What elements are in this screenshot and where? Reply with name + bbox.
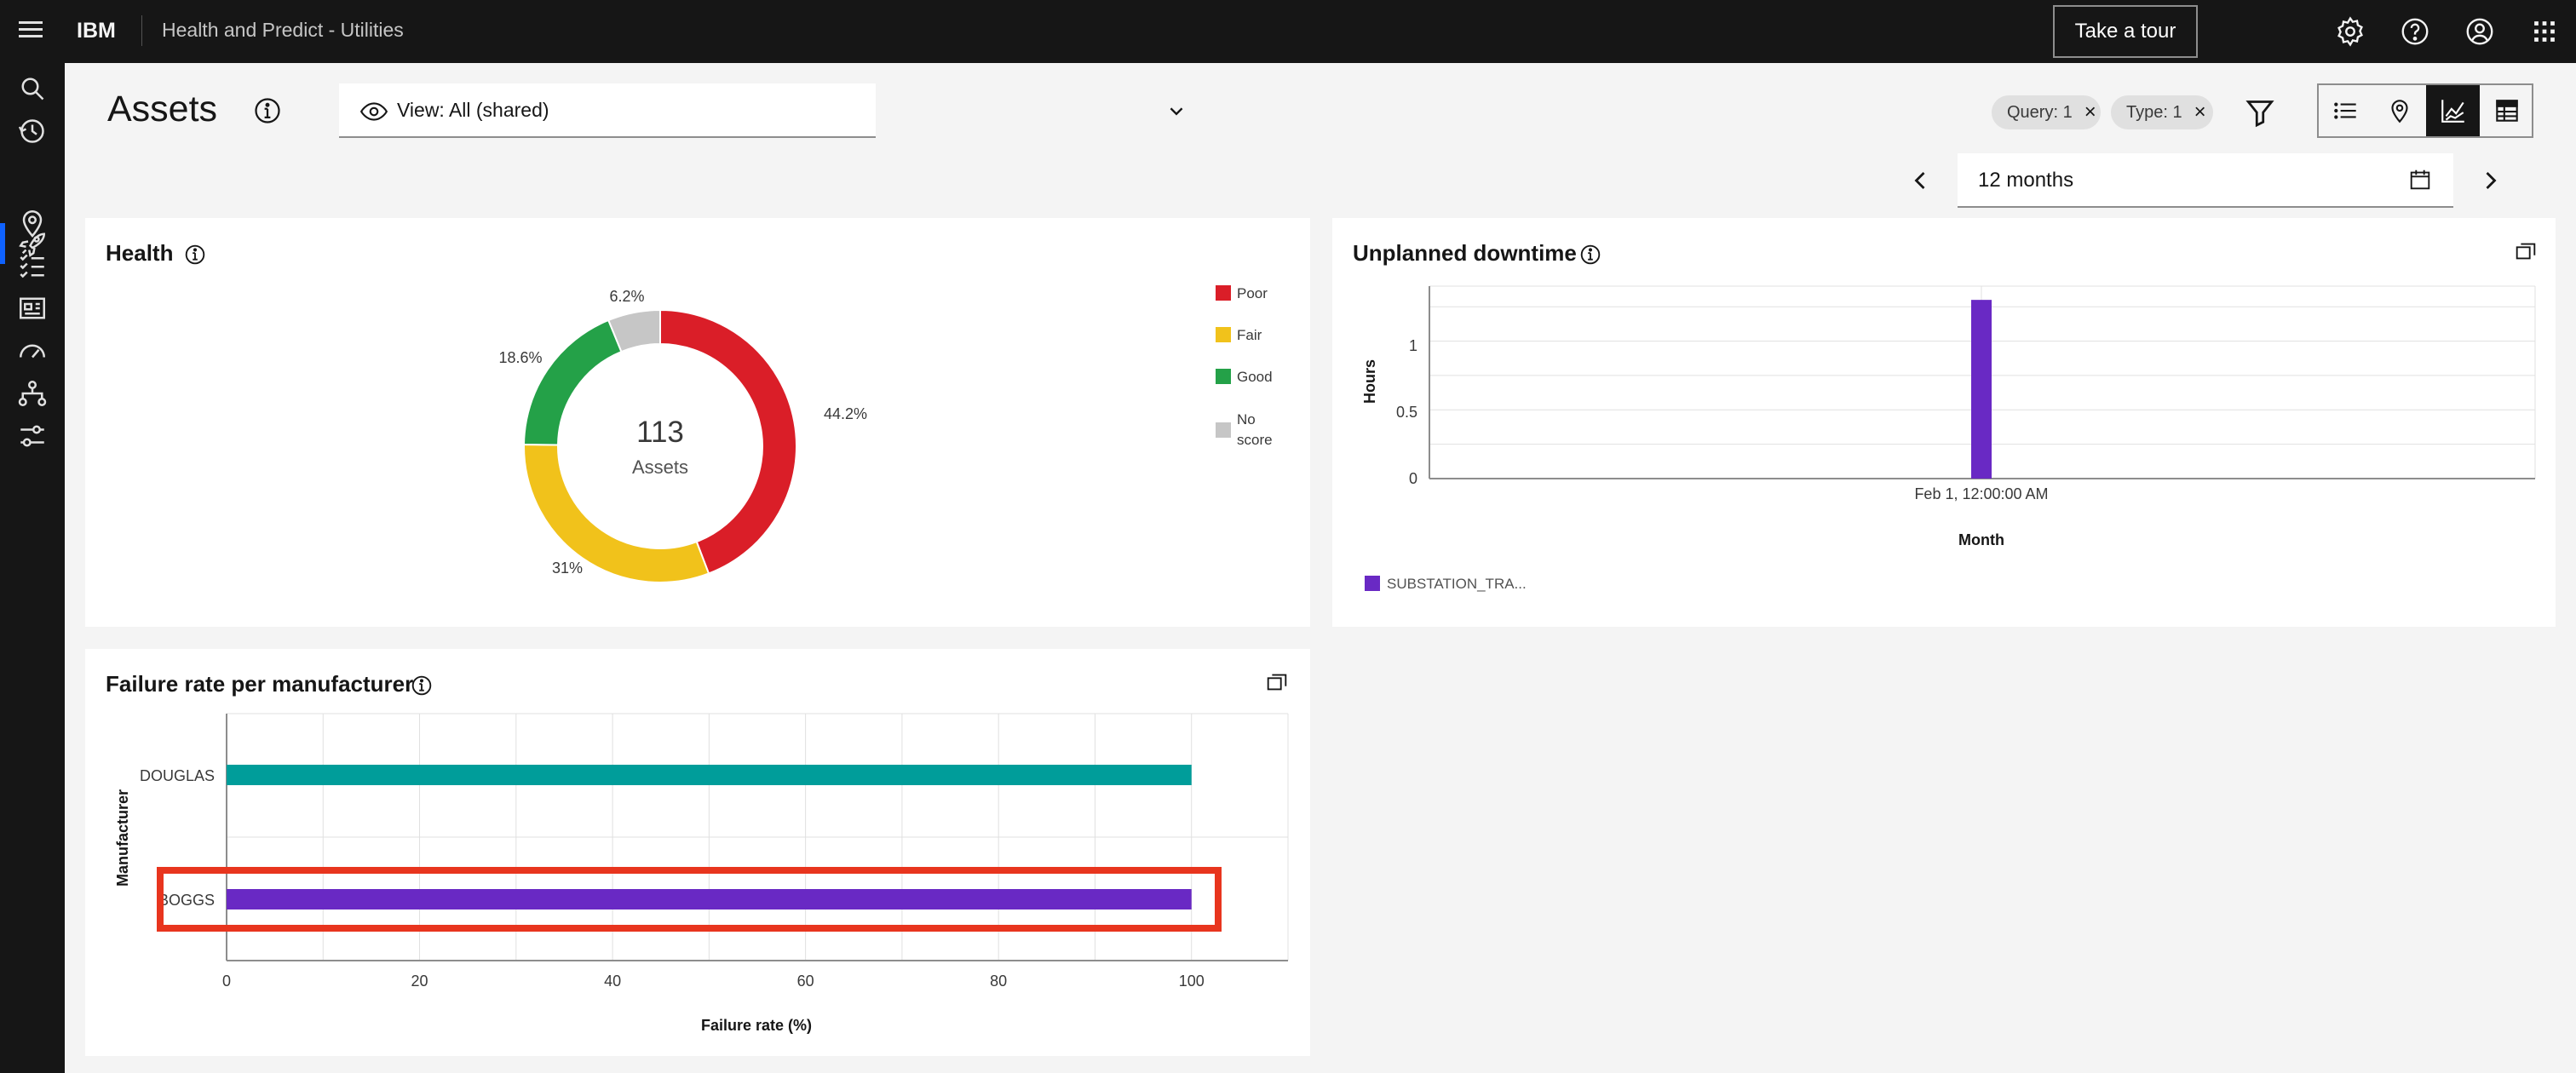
take-a-tour-button[interactable]: Take a tour xyxy=(2053,5,2198,58)
view-switcher xyxy=(2317,83,2533,138)
eye-icon xyxy=(359,99,388,124)
failure-x-tick: 20 xyxy=(411,973,428,990)
chart-view-icon[interactable] xyxy=(2426,85,2480,136)
chevron-down-icon xyxy=(1164,99,1189,129)
legend-label-good: Good xyxy=(1237,369,1273,385)
type-filter-tag-label: Type: 1 xyxy=(2126,102,2182,122)
downtime-card: Unplanned downtime Hours 0 0.5 1 Feb 1, … xyxy=(1332,218,2556,627)
legend-swatch-no-score xyxy=(1216,422,1231,438)
user-icon[interactable] xyxy=(2464,15,2496,48)
history-icon[interactable] xyxy=(15,114,49,148)
health-donut-chart: 44.2% 31% 18.6% 6.2% 113 Assets Poor Fair G… xyxy=(498,285,1273,583)
hamburger-menu-icon[interactable] xyxy=(15,17,46,46)
failure-x-tick: 40 xyxy=(604,973,621,990)
help-icon[interactable] xyxy=(2399,15,2431,48)
downtime-y-tick-0: 0 xyxy=(1409,470,1417,487)
chevron-right-icon[interactable] xyxy=(2475,164,2506,198)
active-nav-indicator xyxy=(0,223,5,264)
date-range-value: 12 months xyxy=(1978,169,2074,192)
downtime-y-axis-title: Hours xyxy=(1361,359,1378,404)
close-icon[interactable]: × xyxy=(2194,100,2206,124)
legend-swatch-good xyxy=(1216,369,1231,384)
donut-center-value: 113 xyxy=(636,416,684,449)
brand-logo[interactable]: IBM xyxy=(77,19,116,43)
downtime-y-tick-0-5: 0.5 xyxy=(1396,404,1417,421)
view-dropdown-label: View: All (shared) xyxy=(397,99,549,121)
info-icon[interactable] xyxy=(252,95,283,126)
checklist-icon[interactable] xyxy=(15,249,49,283)
search-icon[interactable] xyxy=(15,72,49,106)
legend-label-substation[interactable]: SUBSTATION_TRA... xyxy=(1387,576,1527,592)
downtime-x-tick: Feb 1, 12:00:00 AM xyxy=(1914,485,2048,502)
legend-label-fair: Fair xyxy=(1237,327,1262,343)
top-header: IBM Health and Predict - Utilities Take … xyxy=(0,0,2576,63)
settings-sliders-icon[interactable] xyxy=(15,419,49,453)
close-icon[interactable]: × xyxy=(2084,100,2096,124)
map-view-icon[interactable] xyxy=(2372,85,2426,136)
location-icon[interactable] xyxy=(15,206,49,240)
downtime-x-axis-title: Month xyxy=(1958,531,2004,548)
donut-slice-label: 18.6% xyxy=(498,349,542,366)
donut-slice-label: 6.2% xyxy=(609,288,644,305)
failure-category-label: DOUGLAS xyxy=(140,767,215,784)
app-switcher-icon[interactable] xyxy=(2528,15,2561,48)
gauge-icon[interactable] xyxy=(15,334,49,368)
filter-icon[interactable] xyxy=(2242,95,2278,129)
dashboard-icon[interactable] xyxy=(15,291,49,325)
legend-label-poor: Poor xyxy=(1237,285,1268,301)
donut-slice-label: 31% xyxy=(552,559,583,577)
page-title: Assets xyxy=(107,89,218,129)
legend-swatch-poor xyxy=(1216,285,1231,301)
downtime-bar[interactable] xyxy=(1971,300,1992,479)
legend-label-score: score xyxy=(1237,432,1273,448)
donut-center-label: Assets xyxy=(632,456,688,478)
table-view-icon[interactable] xyxy=(2480,85,2533,136)
left-nav-rail xyxy=(0,63,65,1073)
settings-icon[interactable] xyxy=(2334,15,2366,48)
failure-rate-card: Failure rate per manufacturer DOUGLAS BOG… xyxy=(85,649,1310,1056)
chevron-left-icon[interactable] xyxy=(1905,164,1935,198)
failure-x-tick: 80 xyxy=(990,973,1007,990)
donut-slice-label: 44.2% xyxy=(824,405,867,422)
downtime-bar-chart: Hours 0 0.5 1 Feb 1, 12:00:00 AM Month S… xyxy=(1361,285,2536,592)
type-filter-tag: Type: 1 × xyxy=(2111,95,2213,129)
failure-x-tick: 100 xyxy=(1179,973,1205,990)
date-range-picker[interactable]: 12 months xyxy=(1958,153,2453,208)
donut-slice-good[interactable] xyxy=(522,318,623,446)
legend-label-no: No xyxy=(1237,411,1256,427)
failure-x-tick: 0 xyxy=(222,973,231,990)
failure-y-axis-title: Manufacturer xyxy=(114,789,131,887)
product-name[interactable]: Health and Predict - Utilities xyxy=(162,19,404,42)
failure-bar-douglas[interactable] xyxy=(227,765,1192,785)
failure-x-axis-title: Failure rate (%) xyxy=(701,1017,812,1034)
header-divider xyxy=(141,15,142,46)
calendar-icon xyxy=(2407,167,2433,197)
failure-rate-bar-chart: DOUGLAS BOGGS 0 20 40 60 80 100 Manufacturer F… xyxy=(114,713,1289,1034)
failure-bar-boggs[interactable] xyxy=(227,889,1192,909)
legend-swatch-substation xyxy=(1365,576,1380,591)
hierarchy-icon[interactable] xyxy=(15,376,49,410)
query-filter-tag-label: Query: 1 xyxy=(2007,102,2073,122)
legend-swatch-fair xyxy=(1216,327,1231,342)
failure-category-label: BOGGS xyxy=(158,892,215,909)
downtime-y-tick-1: 1 xyxy=(1409,337,1417,354)
failure-x-tick: 60 xyxy=(797,973,814,990)
query-filter-tag: Query: 1 × xyxy=(1992,95,2101,129)
health-card: Health 44.2% 31% 18.6% 6.2% 113 Assets Poor… xyxy=(85,218,1310,627)
view-dropdown[interactable]: View: All (shared) xyxy=(339,83,1183,138)
list-view-icon[interactable] xyxy=(2319,85,2372,136)
